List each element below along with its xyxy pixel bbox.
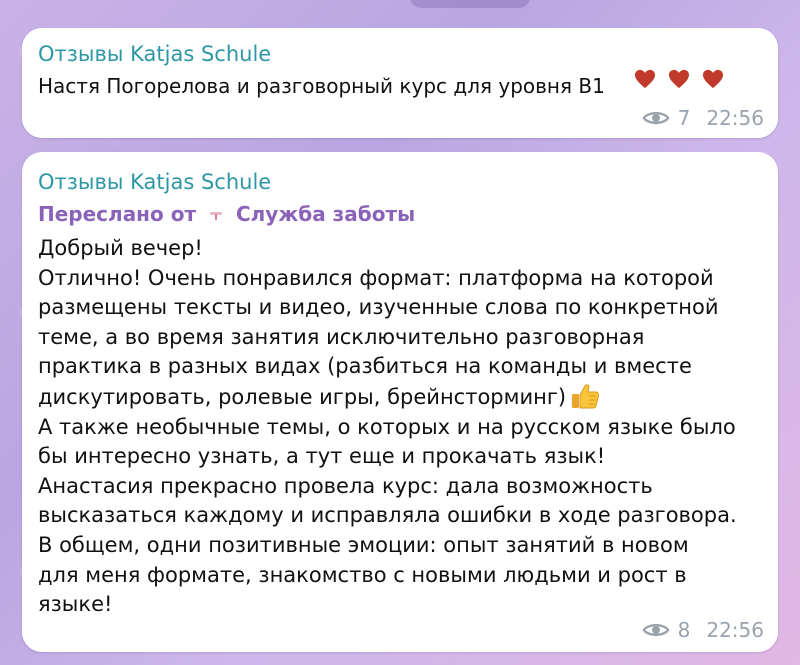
heart-icon[interactable] bbox=[668, 69, 690, 89]
eye-icon bbox=[642, 623, 670, 637]
text-line: практика в разных видах (разбиться на ко… bbox=[38, 354, 692, 379]
message-meta: 8 22:56 bbox=[642, 618, 764, 642]
text-line: теме, а во время занятия исключительно р… bbox=[38, 324, 645, 349]
forward-source-icon bbox=[210, 211, 223, 220]
eye-icon bbox=[642, 111, 670, 125]
timestamp: 22:56 bbox=[706, 106, 764, 130]
text-line: В общем, одни позитивные эмоции: опыт за… bbox=[38, 532, 689, 557]
forwarded-from[interactable]: Служба заботы bbox=[236, 202, 415, 226]
text-line: А также необычные темы, о которых и на р… bbox=[38, 414, 736, 439]
sender-name[interactable]: Отзывы Katjas Schule bbox=[38, 42, 271, 66]
thumbs-up-icon bbox=[572, 384, 600, 409]
text-line: для меня формате, знакомство с новыми лю… bbox=[38, 562, 687, 587]
forwarded-prefix: Переслано от bbox=[38, 202, 197, 226]
message-bubble[interactable]: Отзывы Katjas Schule Переслано от Служба… bbox=[22, 152, 778, 652]
message-meta: 7 22:56 bbox=[642, 106, 764, 130]
heart-icon[interactable] bbox=[702, 69, 724, 89]
timestamp: 22:56 bbox=[706, 618, 764, 642]
text-line: языке! bbox=[38, 592, 113, 617]
sender-name[interactable]: Отзывы Katjas Schule bbox=[38, 170, 271, 194]
view-count: 7 bbox=[677, 106, 691, 130]
message-bubble[interactable]: Отзывы Katjas Schule Настя Погорелова и … bbox=[22, 28, 778, 138]
text-line-with-emoji: дискутировать, ролевые игры, брейнсторми… bbox=[38, 382, 768, 413]
reactions[interactable] bbox=[634, 69, 736, 93]
text-line: размещены тексты и видео, изученные слов… bbox=[38, 295, 719, 320]
text-line: высказаться каждому и исправляла ошибки … bbox=[38, 503, 737, 528]
text-line: Отлично! Очень понравился формат: платфо… bbox=[38, 265, 714, 290]
text-line: Добрый вечер! bbox=[38, 236, 203, 260]
text-line: бы интересно узнать, а тут еще и прокача… bbox=[38, 444, 606, 469]
date-pill bbox=[410, 0, 530, 8]
forwarded-header[interactable]: Переслано от Служба заботы bbox=[38, 202, 415, 226]
text-line: Анастасия прекрасно провела курс: дала в… bbox=[38, 473, 653, 498]
heart-icon[interactable] bbox=[634, 69, 656, 89]
message-text: Настя Погорелова и разговорный курс для … bbox=[38, 74, 605, 98]
text-line: дискутировать, ролевые игры, брейнсторми… bbox=[38, 384, 567, 409]
message-body: Добрый вечер! Отлично! Очень понравился … bbox=[38, 234, 768, 620]
view-count: 8 bbox=[677, 618, 691, 642]
